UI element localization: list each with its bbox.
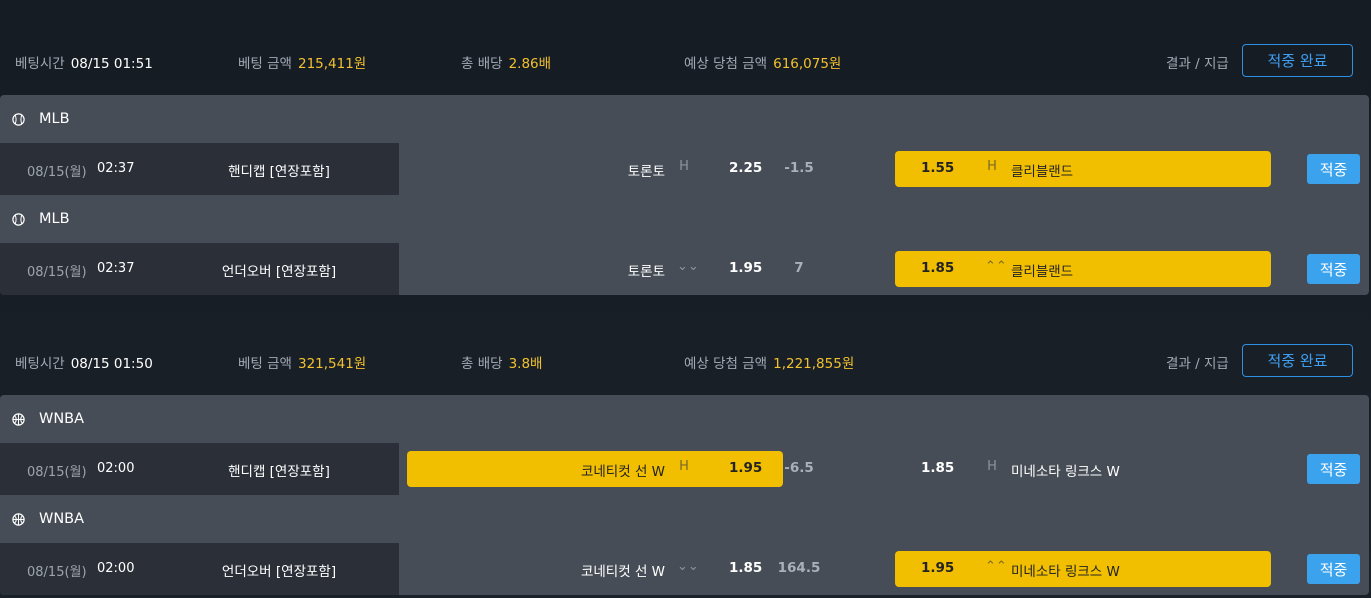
bet-slip: 베팅시간 08/15 01:50 베팅 금액 321,541원 총 배당 3.8배 예…	[0, 300, 1371, 595]
away-marker-icon: H	[987, 159, 997, 174]
home-odds: 1.95	[729, 260, 763, 276]
game-row: 08/15(월) 02:37 핸디캡 [연장포함] 토론토 H 2.25 -1.…	[0, 143, 1369, 195]
total-odds-value: 2.86배	[508, 56, 552, 72]
bet-amount-value: 321,541원	[297, 356, 367, 372]
league-name: MLB	[39, 111, 70, 127]
line-value: 7	[794, 260, 804, 276]
basketball-icon	[12, 412, 25, 426]
away-marker-icon: ⌃⌃	[985, 559, 1007, 574]
bet-time: 베팅시간 08/15 01:51	[15, 52, 153, 72]
game-info: 08/15(월) 02:37 언더오버 [연장포함]	[0, 243, 399, 295]
home-marker-icon: H	[679, 459, 689, 474]
home-team: 토론토	[627, 264, 665, 280]
game-row: 08/15(월) 02:00 핸디캡 [연장포함] 코네티컷 선 W H 1.9…	[0, 443, 1369, 495]
expected-payout-value: 1,221,855원	[773, 356, 855, 372]
bet-time-value: 08/15 01:51	[70, 56, 153, 72]
expected-payout: 예상 당첨 금액 1,221,855원	[684, 352, 854, 372]
total-odds-value: 3.8배	[508, 356, 543, 372]
away-odds: 1.85	[921, 260, 955, 276]
total-odds: 총 배당 2.86배	[461, 52, 551, 72]
bet-time-label: 베팅시간	[15, 356, 65, 372]
bet-time-label: 베팅시간	[15, 56, 65, 72]
expected-payout-value: 616,075원	[773, 56, 842, 72]
basketball-icon	[12, 512, 25, 526]
home-selection[interactable]	[407, 151, 783, 187]
odds-panel: 토론토 ⌄⌄ 1.95 7 1.85 ⌃⌃ 클리블랜드 적중	[399, 243, 1369, 295]
game-info: 08/15(월) 02:37 핸디캡 [연장포함]	[0, 143, 399, 195]
bet-slip-header: 베팅시간 08/15 01:51 베팅 금액 215,411원 총 배당 2.86배 …	[0, 0, 1371, 95]
league-header: MLB	[0, 195, 1369, 243]
league-name: WNBA	[39, 511, 85, 527]
hit-button[interactable]: 적중	[1307, 154, 1360, 184]
total-odds: 총 배당 3.8배	[461, 352, 542, 372]
hit-button[interactable]: 적중	[1307, 554, 1360, 584]
expected-payout: 예상 당첨 금액 616,075원	[684, 52, 841, 72]
league-name: MLB	[39, 211, 70, 227]
bet-time: 베팅시간 08/15 01:50	[15, 352, 153, 372]
home-odds: 2.25	[729, 160, 763, 176]
result-status-button[interactable]: 적중 완료	[1242, 344, 1353, 377]
game-info: 08/15(월) 02:00 핸디캡 [연장포함]	[0, 443, 399, 495]
baseball-icon	[12, 212, 25, 226]
league-name: WNBA	[39, 411, 85, 427]
away-marker-icon: ⌃⌃	[985, 259, 1007, 274]
away-marker-icon: H	[987, 459, 997, 474]
expected-payout-label: 예상 당첨 금액	[684, 56, 768, 72]
baseball-icon	[12, 112, 25, 126]
home-marker-icon: ⌄⌄	[677, 559, 699, 574]
hit-button[interactable]: 적중	[1307, 454, 1360, 484]
bet-slip-header: 베팅시간 08/15 01:50 베팅 금액 321,541원 총 배당 3.8배 예…	[0, 300, 1371, 395]
away-team: 클리블랜드	[1011, 264, 1074, 280]
total-odds-label: 총 배당	[461, 356, 503, 372]
away-team: 클리블랜드	[1011, 164, 1074, 180]
bet-amount-label: 베팅 금액	[238, 356, 292, 372]
away-team: 미네소타 링크스 W	[1011, 564, 1120, 580]
expected-payout-label: 예상 당첨 금액	[684, 356, 768, 372]
line-value: -6.5	[784, 460, 814, 476]
total-odds-label: 총 배당	[461, 56, 503, 72]
game-info: 08/15(월) 02:00 언더오버 [연장포함]	[0, 543, 399, 595]
home-team: 코네티컷 선 W	[580, 464, 665, 480]
home-team: 코네티컷 선 W	[580, 564, 665, 580]
result-status-button[interactable]: 적중 완료	[1242, 44, 1353, 77]
bet-amount-value: 215,411원	[297, 56, 367, 72]
hit-button[interactable]: 적중	[1307, 254, 1360, 284]
odds-panel: 코네티컷 선 W H 1.95 -6.5 1.85 H 미네소타 링크스 W 적…	[399, 443, 1369, 495]
game-list: MLB 08/15(월) 02:37 핸디캡 [연장포함] 토론토 H 2.25…	[0, 95, 1369, 295]
bet-amount-label: 베팅 금액	[238, 56, 292, 72]
odds-panel: 코네티컷 선 W ⌄⌄ 1.85 164.5 1.95 ⌃⌃ 미네소타 링크스 …	[399, 543, 1369, 595]
home-marker-icon: H	[679, 159, 689, 174]
bet-time-value: 08/15 01:50	[70, 356, 153, 372]
home-marker-icon: ⌄⌄	[677, 259, 699, 274]
league-header: WNBA	[0, 495, 1369, 543]
game-row: 08/15(월) 02:00 언더오버 [연장포함] 코네티컷 선 W ⌄⌄ 1…	[0, 543, 1369, 595]
bet-amount: 베팅 금액 215,411원	[238, 52, 366, 72]
league-header: MLB	[0, 95, 1369, 143]
game-list: WNBA 08/15(월) 02:00 핸디캡 [연장포함] 코네티컷 선 W …	[0, 395, 1369, 595]
away-team: 미네소타 링크스 W	[1011, 464, 1120, 480]
odds-panel: 토론토 H 2.25 -1.5 1.55 H 클리블랜드 적중	[399, 143, 1369, 195]
away-odds: 1.95	[921, 560, 955, 576]
home-selection[interactable]	[407, 251, 783, 287]
away-odds: 1.55	[921, 160, 955, 176]
home-odds: 1.85	[729, 560, 763, 576]
result-label: 결과 / 지급	[1166, 356, 1229, 372]
line-value: -1.5	[784, 160, 814, 176]
league-header: WNBA	[0, 395, 1369, 443]
result-label: 결과 / 지급	[1166, 56, 1229, 72]
home-team: 토론토	[627, 164, 665, 180]
game-row: 08/15(월) 02:37 언더오버 [연장포함] 토론토 ⌄⌄ 1.95 7…	[0, 243, 1369, 295]
home-odds: 1.95	[729, 460, 763, 476]
line-value: 164.5	[777, 560, 821, 576]
bet-amount: 베팅 금액 321,541원	[238, 352, 366, 372]
bet-slip: 베팅시간 08/15 01:51 베팅 금액 215,411원 총 배당 2.86배 …	[0, 0, 1371, 295]
away-odds: 1.85	[921, 460, 955, 476]
